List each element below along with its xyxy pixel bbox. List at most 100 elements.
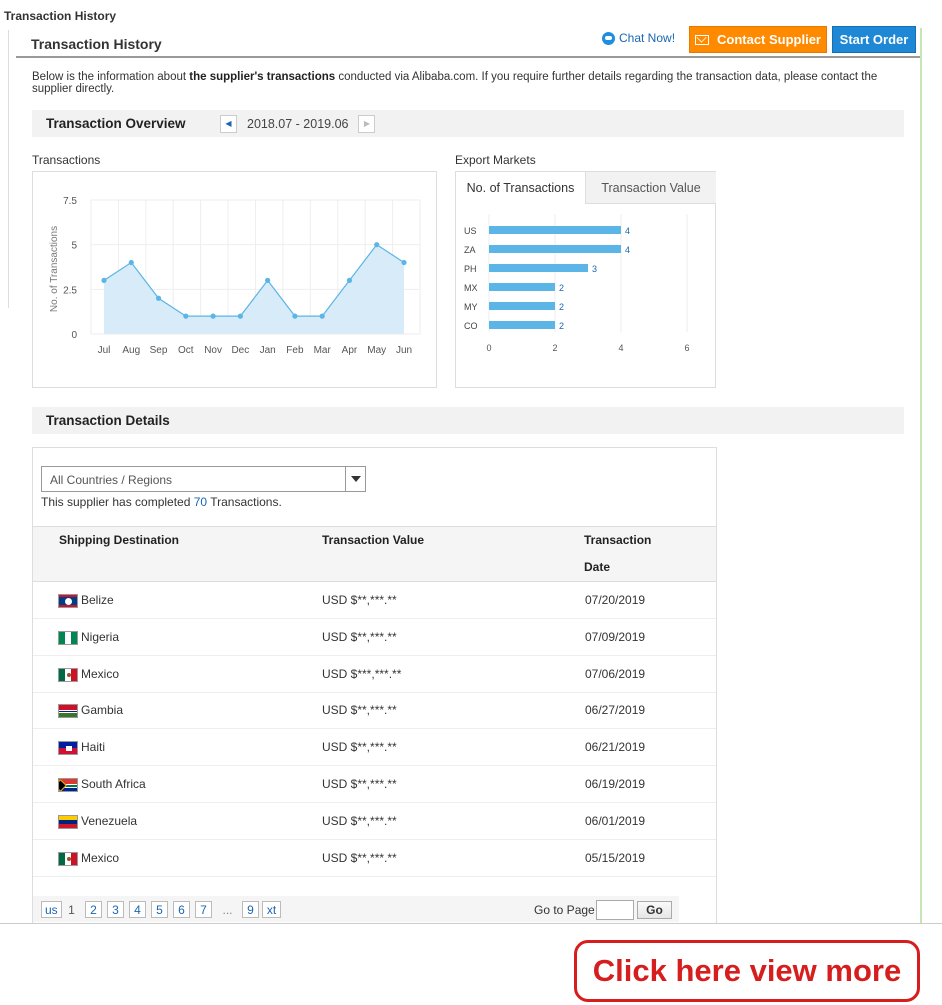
bar-category-label: MX xyxy=(464,283,478,293)
x-tick-label: May xyxy=(367,345,386,356)
transaction-details-box: All Countries / Regions This supplier ha… xyxy=(32,447,717,923)
page-3[interactable]: 3 xyxy=(107,901,124,918)
intro-text-start: Below is the information about xyxy=(32,71,190,83)
details-title: Transaction Details xyxy=(46,413,170,428)
nigeria-flag-icon xyxy=(58,630,78,645)
date-range-text: 2018.07 - 2019.06 xyxy=(247,116,349,131)
transaction-date: 07/09/2019 xyxy=(585,629,646,644)
page-5[interactable]: 5 xyxy=(151,901,168,918)
breadcrumb-title: Transaction History xyxy=(4,9,117,23)
x-tick-label: 6 xyxy=(684,343,689,353)
bar-category-label: ZA xyxy=(464,245,476,255)
transactions-chart: 7.5 5 2.5 0 No. of Transactions Jul Aug Sep Oct N… xyxy=(32,171,437,388)
data-point xyxy=(292,313,298,319)
bar xyxy=(489,302,555,310)
view-more-button[interactable]: Click here view more xyxy=(574,940,920,1002)
bar xyxy=(489,321,555,329)
export-markets-chart: No. of Transactions Transaction Value US… xyxy=(455,171,716,388)
shipping-destination: Mexico xyxy=(81,666,120,681)
next-range-button[interactable]: ▶ xyxy=(358,114,376,133)
bar-value-label: 2 xyxy=(559,321,564,331)
country-region-select[interactable]: All Countries / Regions xyxy=(41,466,366,492)
go-to-page-input[interactable] xyxy=(596,900,634,920)
x-tick-label: 2 xyxy=(552,343,557,353)
page-6[interactable]: 6 xyxy=(173,901,190,918)
envelope-icon xyxy=(694,34,709,45)
bar xyxy=(489,245,621,253)
y-tick-label: 2.5 xyxy=(63,285,77,296)
x-tick-label: 0 xyxy=(486,343,491,353)
data-point xyxy=(401,259,407,266)
data-point xyxy=(319,313,325,319)
bar-category-label: US xyxy=(464,226,477,236)
gambia-flag-icon xyxy=(58,704,78,719)
transaction-date: 06/27/2019 xyxy=(585,703,646,718)
table-row: South Africa USD $**,***.** 06/19/2019 xyxy=(33,766,716,803)
details-section-bar: Transaction Details xyxy=(32,407,904,434)
completed-count-text: This supplier has completed 70 Transacti… xyxy=(41,495,282,509)
data-point xyxy=(265,277,271,283)
transaction-date: 06/19/2019 xyxy=(585,777,646,791)
go-button[interactable]: Go xyxy=(637,901,672,919)
tab-transaction-value[interactable]: Transaction Value xyxy=(586,172,716,204)
page-9[interactable]: 9 xyxy=(242,901,259,918)
page-1[interactable]: 1 xyxy=(63,901,80,918)
transactions-line-chart: 7.5 5 2.5 0 No. of Transactions Jul Aug Sep Oct N… xyxy=(49,196,421,356)
export-tabs: No. of Transactions Transaction Value xyxy=(456,172,716,204)
page-ellipsis: ... xyxy=(222,902,233,917)
intro-text-bold: the supplier's transactions xyxy=(189,71,336,83)
transaction-date: 06/21/2019 xyxy=(585,740,646,755)
completed-text-end: Transactions. xyxy=(207,495,282,509)
x-tick-label: 4 xyxy=(618,343,623,353)
left-divider xyxy=(8,30,9,308)
bar-category-label: PH xyxy=(464,264,477,274)
page-title: Transaction History xyxy=(31,36,162,52)
page-7[interactable]: 7 xyxy=(195,901,212,918)
overview-section-bar: Transaction Overview ◀ 2018.07 - 2019.06… xyxy=(32,110,904,137)
x-tick-label: Jul xyxy=(98,345,111,356)
data-point xyxy=(128,259,134,266)
x-tick-label: Aug xyxy=(122,345,140,356)
x-tick-label: Jun xyxy=(396,345,412,356)
mexico-flag-icon xyxy=(58,667,78,682)
transaction-count: 70 xyxy=(193,495,208,509)
transactions-chart-label: Transactions xyxy=(32,153,101,167)
contact-supplier-label: Contact Supplier xyxy=(716,32,821,47)
bar-value-label: 3 xyxy=(592,264,597,274)
bar xyxy=(489,283,555,291)
south-africa-flag-icon xyxy=(58,778,78,792)
data-point xyxy=(101,277,107,283)
page-2[interactable]: 2 xyxy=(85,901,102,918)
tab-no-of-transactions[interactable]: No. of Transactions xyxy=(456,172,586,204)
transaction-date: 06/01/2019 xyxy=(585,813,646,828)
prev-page-button[interactable]: us xyxy=(41,901,62,918)
y-tick-label: 7.5 xyxy=(63,196,77,207)
page-4[interactable]: 4 xyxy=(129,901,146,918)
bar-value-label: 2 xyxy=(559,302,564,312)
contact-supplier-button[interactable]: Contact Supplier xyxy=(689,26,827,53)
chevron-down-icon xyxy=(345,467,365,491)
data-point xyxy=(237,313,243,319)
bar-value-label: 4 xyxy=(625,226,630,236)
x-tick-label: Dec xyxy=(231,345,249,356)
x-tick-label: Sep xyxy=(150,345,168,356)
bottom-divider xyxy=(0,923,942,924)
data-point xyxy=(210,313,216,319)
data-point xyxy=(374,242,380,248)
intro-text: Below is the information about the suppl… xyxy=(32,71,912,95)
previous-range-button[interactable]: ◀ xyxy=(220,114,237,133)
shipping-destination: Belize xyxy=(81,593,114,607)
shipping-destination: Gambia xyxy=(81,703,124,718)
col-transaction-date-2: Date xyxy=(584,560,611,574)
table-header: Shipping Destination Transaction Value T… xyxy=(33,526,716,582)
panel-header: Transaction History Chat Now! Contact Su… xyxy=(16,26,920,58)
next-page-button[interactable]: xt xyxy=(262,901,281,918)
shipping-destination: Nigeria xyxy=(81,629,120,644)
y-axis-label: No. of Transactions xyxy=(49,226,60,312)
completed-text-start: This supplier has completed xyxy=(41,495,194,509)
transaction-history-panel: Transaction History Chat Now! Contact Su… xyxy=(16,26,922,923)
start-order-button[interactable]: Start Order xyxy=(832,26,916,53)
chat-now-link[interactable]: Chat Now! xyxy=(602,31,675,45)
venezuela-flag-icon xyxy=(58,814,78,829)
transaction-value: USD $***,***.** xyxy=(322,666,402,681)
